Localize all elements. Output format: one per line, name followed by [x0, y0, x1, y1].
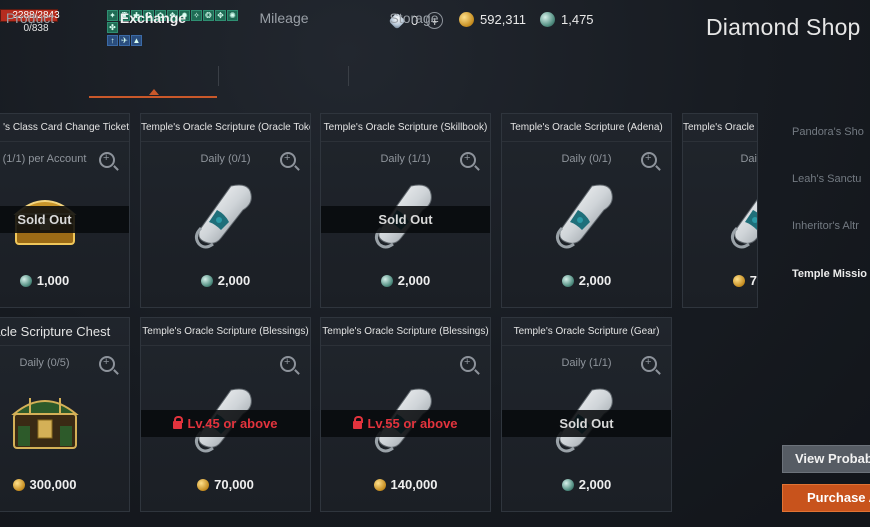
price-value: 2,000: [217, 273, 251, 288]
adena-amount: 592,311: [480, 12, 527, 27]
zoom-icon[interactable]: +: [99, 356, 115, 372]
item-title: Temple's Oracle Scripture (Blessings): [141, 318, 310, 346]
tab-storage[interactable]: Storage: [350, 0, 478, 38]
adena-coin-icon: [373, 478, 386, 491]
shop-item-card[interactable]: Temple's Oracle Scripture (Skillbook) Dai…: [320, 113, 491, 308]
item-price: 2,000: [502, 273, 671, 288]
shop-item-card[interactable]: Temple's Oracle Scripture (Adena) Daily (…: [501, 113, 672, 308]
scroll-icon: [191, 180, 261, 252]
item-price: 2,000: [502, 477, 671, 492]
status-text: Sold Out: [559, 416, 614, 431]
shop-item-card[interactable]: 's Class Card Change Ticket (1/1) per Acc…: [0, 113, 130, 308]
tab-mileage[interactable]: Mileage: [220, 0, 348, 38]
gem-amount: 1,475: [561, 12, 594, 27]
purchase-all-button[interactable]: Purchase A: [782, 484, 870, 512]
lock-icon: [173, 416, 184, 429]
adena-coin-icon: [732, 274, 745, 287]
item-title: Temple's Oracle Scripture (Blessings): [321, 318, 490, 346]
price-value: 2,000: [578, 477, 612, 492]
adena-coin-icon: [197, 478, 210, 491]
zoom-icon[interactable]: +: [641, 356, 657, 372]
item-price: 70,000: [141, 477, 310, 492]
adena-coin-icon: [12, 478, 25, 491]
sold-out-banner: Sold Out: [321, 206, 490, 233]
shop-item-card[interactable]: Temple's Oracle Scripture (Oracle Token)…: [140, 113, 311, 308]
item-title: Temple's Oracle: [683, 114, 757, 142]
lock-icon: [353, 416, 364, 429]
zoom-icon[interactable]: +: [280, 152, 296, 168]
zoom-icon[interactable]: +: [460, 356, 476, 372]
item-title: Temple's Oracle Scripture (Skillbook): [321, 114, 490, 142]
item-price: 1,000: [0, 273, 129, 288]
status-text: Lv.45 or above: [187, 416, 278, 431]
status-text: Lv.55 or above: [367, 416, 458, 431]
zoom-icon[interactable]: +: [280, 356, 296, 372]
shop-item-card[interactable]: Oracle Scripture ChestDaily (0/5)+300,00…: [0, 317, 130, 512]
status-text: Sold Out: [17, 212, 72, 227]
price-value: 70,000: [214, 477, 254, 492]
item-price: 2,000: [141, 273, 310, 288]
active-tab-indicator: [89, 96, 217, 98]
shop-item-card[interactable]: Temple's Oracle Dai 7: [682, 113, 758, 308]
scroll-icon: [727, 180, 757, 252]
gem-currency: 1,475: [540, 12, 594, 27]
tab-exchange[interactable]: Exchange: [89, 0, 217, 38]
gem-icon: [561, 274, 574, 287]
zoom-icon[interactable]: +: [641, 152, 657, 168]
price-value: 7: [749, 273, 757, 288]
item-title: Temple's Oracle Scripture (Adena): [502, 114, 671, 142]
side-item-temple-mission[interactable]: Temple Missio: [792, 268, 867, 280]
status-text: Sold Out: [378, 212, 433, 227]
item-price: 140,000: [321, 477, 490, 492]
view-probability-button[interactable]: View Probab: [782, 445, 870, 473]
level-lock-banner: Lv.55 or above: [321, 410, 490, 437]
gem-icon: [561, 478, 574, 491]
tab-divider: [348, 66, 349, 86]
level-lock-banner: Lv.45 or above: [141, 410, 310, 437]
scroll-icon: [552, 180, 622, 252]
gem-icon: [380, 274, 393, 287]
side-item-inheritors-altar[interactable]: Inheritor's Altr: [792, 220, 859, 232]
item-title: Oracle Scripture Chest: [0, 318, 129, 346]
gem-icon: [540, 12, 555, 27]
item-price: 300,000: [0, 477, 129, 492]
tab-product[interactable]: Product: [0, 0, 70, 38]
zoom-icon[interactable]: +: [99, 152, 115, 168]
side-item-leahs-sanctum[interactable]: Leah's Sanctu: [792, 173, 861, 185]
gem-icon: [200, 274, 213, 287]
shop-item-card[interactable]: Temple's Oracle Scripture (Blessings) + Lv…: [140, 317, 311, 512]
zoom-icon[interactable]: +: [460, 152, 476, 168]
price-value: 1,000: [36, 273, 70, 288]
purchase-limit: Dai: [740, 153, 757, 165]
item-title: Temple's Oracle Scripture (Gear): [502, 318, 671, 346]
treasure-chest-icon: [10, 384, 80, 456]
active-tab-caret: [149, 89, 159, 95]
price-value: 140,000: [390, 477, 438, 492]
sold-out-banner: Sold Out: [502, 410, 671, 437]
side-item-pandoras-shop[interactable]: Pandora's Sho: [792, 126, 864, 138]
price-value: 300,000: [29, 477, 77, 492]
tab-divider: [218, 66, 219, 86]
item-price: 2,000: [321, 273, 490, 288]
shop-item-card[interactable]: Temple's Oracle Scripture (Gear) Daily (1…: [501, 317, 672, 512]
page-title: Diamond Shop: [706, 14, 861, 40]
price-value: 2,000: [397, 273, 431, 288]
item-title: Temple's Oracle Scripture (Oracle Token): [141, 114, 310, 142]
sold-out-banner: Sold Out: [0, 206, 129, 233]
price-value: 2,000: [578, 273, 612, 288]
gem-icon: [19, 274, 32, 287]
shop-item-card[interactable]: Temple's Oracle Scripture (Blessings) + Lv…: [320, 317, 491, 512]
item-title: 's Class Card Change Ticket: [0, 114, 129, 142]
item-price: 7: [683, 273, 757, 288]
